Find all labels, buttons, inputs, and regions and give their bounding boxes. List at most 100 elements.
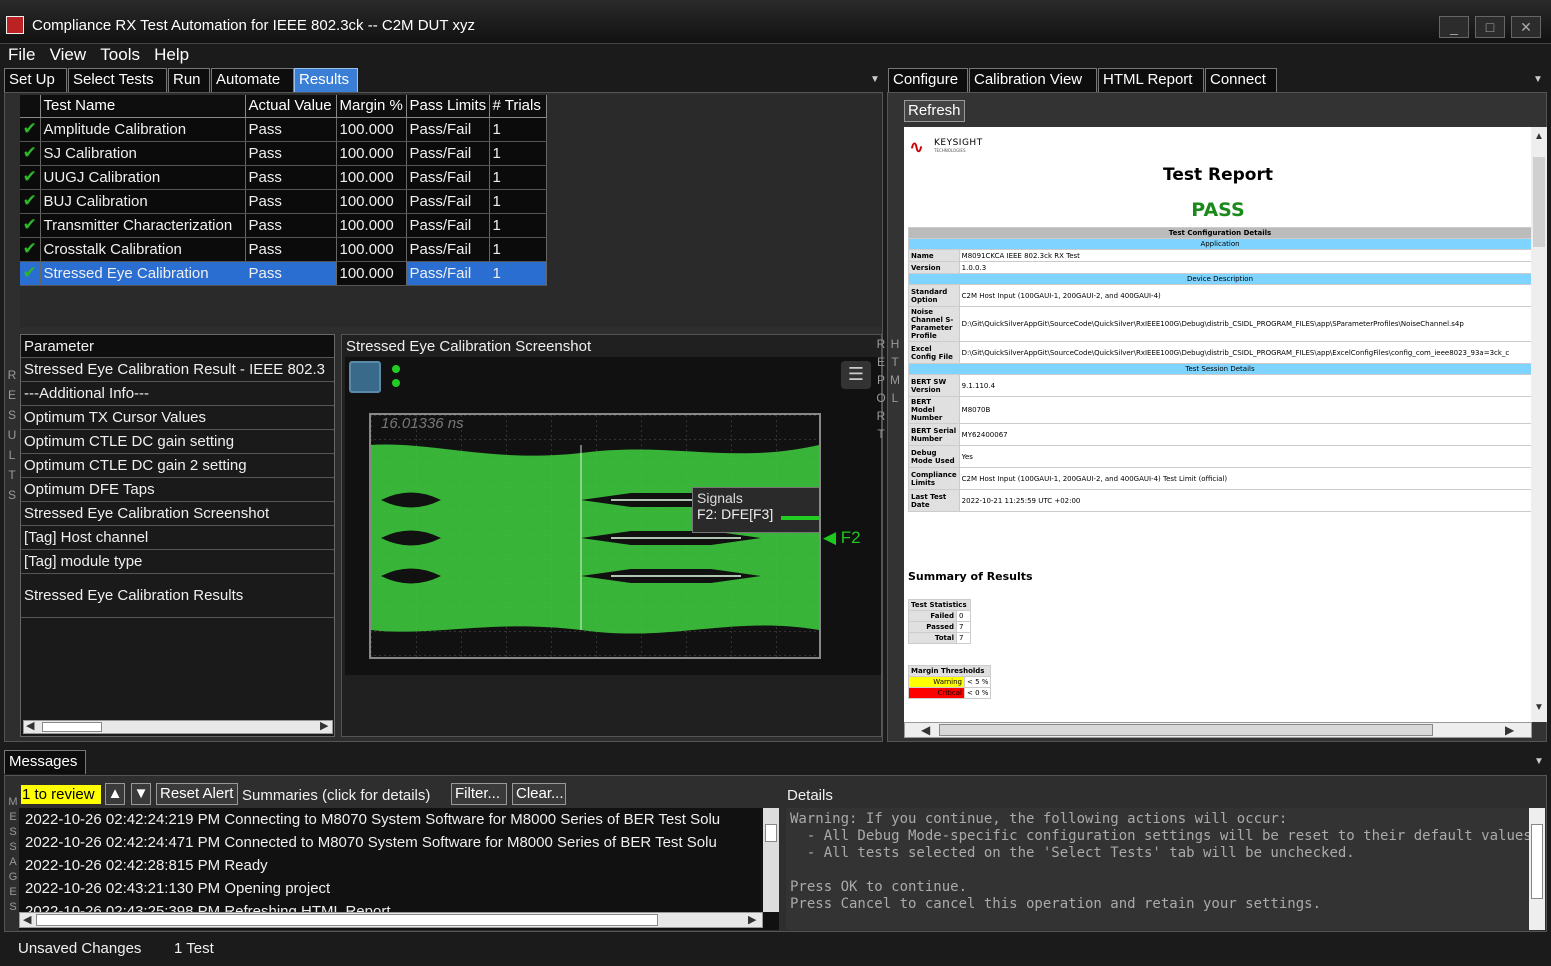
device-header: Device Description [908, 273, 1532, 285]
details-vertical-scrollbar[interactable] [1529, 808, 1545, 930]
tab-select-tests[interactable]: Select Tests [68, 68, 167, 92]
parameter-row[interactable]: Optimum TX Cursor Values [21, 406, 334, 430]
scroll-left-icon[interactable]: ◀ [23, 913, 31, 926]
collapse-chevron-icon: ⌃ [817, 490, 819, 504]
parameter-row[interactable]: Stressed Eye Calibration Screenshot [21, 502, 334, 526]
scroll-up-icon[interactable]: ▲ [1534, 131, 1544, 142]
message-line[interactable]: 2022-10-26 02:43:21:130 PM Opening proje… [19, 877, 779, 900]
tab-menu-dropdown-icon[interactable]: ▼ [870, 74, 880, 85]
details-line: - All Debug Mode-specific configuration … [790, 828, 1541, 844]
parameter-row[interactable]: [Tag] Host channel [21, 526, 334, 550]
scroll-left-icon[interactable]: ◀ [921, 723, 930, 737]
maximize-button[interactable]: □ [1475, 16, 1505, 38]
col-margin[interactable]: Margin % [336, 95, 407, 118]
table-row[interactable]: ✔ Stressed Eye Calibration Pass 100.000 Pass… [20, 261, 547, 286]
scroll-thumb[interactable] [42, 722, 102, 732]
details-label: Details [787, 787, 833, 804]
right-tab-row: Configure Calibration View HTML Report C… [887, 66, 1547, 92]
pass-limits-cell: Pass/Fail [406, 141, 490, 166]
message-horizontal-scrollbar[interactable]: ◀ ▶ [19, 912, 763, 928]
screenshot-panel: Stressed Eye Calibration Screenshot ☰ 16… [341, 334, 882, 737]
pass-limits-cell: Pass/Fail [406, 213, 490, 238]
margin-row: Critical < 0 % [908, 687, 992, 699]
col-test-name[interactable]: Test Name [40, 95, 246, 118]
report-scroll-thumb[interactable] [1533, 157, 1545, 247]
config-table: Test Configuration Details Application N… [908, 227, 1532, 512]
report-horizontal-scrollbar[interactable]: ◀ ▶ [904, 722, 1532, 738]
message-hscroll-thumb[interactable] [36, 914, 658, 926]
parameter-row[interactable]: Optimum DFE Taps [21, 478, 334, 502]
table-row[interactable]: ✔ Transmitter Characterization Pass 100.000… [20, 213, 547, 238]
report-value-cell: M8070B [958, 396, 1532, 424]
clear-button[interactable]: Clear... [512, 783, 566, 805]
html-report-panel: HTML REPORT Refresh ∿ KEYSIGHT TECHNOLOG… [874, 92, 1547, 742]
tab-connect[interactable]: Connect [1205, 68, 1277, 92]
tab-run[interactable]: Run [168, 68, 210, 92]
scroll-right-icon[interactable]: ▶ [748, 913, 756, 926]
right-tab-menu-dropdown-icon[interactable]: ▼ [1533, 74, 1543, 85]
menu-tools[interactable]: Tools [100, 44, 140, 66]
parameter-horizontal-scrollbar[interactable]: ◀ ▶ [23, 720, 333, 734]
report-hscroll-thumb[interactable] [939, 724, 1433, 736]
reset-alert-button[interactable]: Reset Alert [156, 783, 238, 805]
report-row: Last Test Date 2022-10-21 11:25:59 UTC +0… [908, 489, 1532, 512]
tab-results[interactable]: Results [294, 68, 358, 92]
scroll-right-icon[interactable]: ▶ [320, 719, 328, 732]
message-scroll-thumb[interactable] [765, 824, 777, 842]
col-trials[interactable]: # Trials [489, 95, 547, 118]
actual-value-cell: Pass [245, 117, 337, 142]
messages-menu-dropdown-icon[interactable]: ▼ [1534, 756, 1544, 767]
trials-cell: 1 [489, 237, 547, 262]
close-button[interactable]: ✕ [1511, 16, 1541, 38]
scroll-down-icon[interactable]: ▼ [1534, 702, 1544, 713]
actual-value-cell: Pass [245, 261, 337, 286]
report-vertical-scrollbar[interactable]: ▲ ▼ [1531, 127, 1547, 722]
tab-calibration-view[interactable]: Calibration View [969, 68, 1097, 92]
menu-view[interactable]: View [50, 44, 87, 66]
parameter-row[interactable]: Optimum CTLE DC gain 2 setting [21, 454, 334, 478]
status-led-icon [392, 365, 400, 373]
test-name-cell: Stressed Eye Calibration [40, 261, 246, 286]
report-value-cell: M8091CKCA IEEE 802.3ck RX Test [958, 249, 1532, 262]
tab-setup[interactable]: Set Up [4, 68, 67, 92]
messages-panel: MESSAGES 1 to review ▲ ▼ Reset Alert Sum… [4, 775, 1547, 932]
parameter-list: Parameter Stressed Eye Calibration Resul… [20, 334, 335, 737]
scroll-left-icon[interactable]: ◀ [26, 719, 34, 732]
margin-value-cell: < 0 % [963, 687, 992, 699]
stats-table: Test Statistics Failed 0 Passed 7 Total 7 [908, 599, 971, 644]
table-row[interactable]: ✔ SJ Calibration Pass 100.000 Pass/Fail 1 [20, 141, 547, 166]
margin-header: Margin Thresholds [907, 665, 992, 677]
status-bar: Unsaved Changes 1 Test [0, 934, 1551, 966]
minimize-button[interactable]: _ [1439, 16, 1469, 38]
table-row[interactable]: ✔ BUJ Calibration Pass 100.000 Pass/Fail 1 [20, 189, 547, 214]
message-vertical-scrollbar[interactable] [763, 808, 779, 912]
filter-button[interactable]: Filter... [451, 783, 507, 805]
table-row[interactable]: ✔ UUGJ Calibration Pass 100.000 Pass/Fail 1 [20, 165, 547, 190]
tab-html-report[interactable]: HTML Report [1098, 68, 1204, 92]
tab-automate[interactable]: Automate [211, 68, 294, 92]
summary-title: Summary of Results [908, 570, 1033, 583]
parameter-row[interactable]: [Tag] module type [21, 550, 334, 574]
details-scroll-thumb[interactable] [1531, 824, 1543, 899]
previous-alert-button[interactable]: ▲ [105, 783, 125, 805]
parameter-row[interactable]: Optimum CTLE DC gain setting [21, 430, 334, 454]
next-alert-button[interactable]: ▼ [131, 783, 151, 805]
parameter-row[interactable]: ---Additional Info--- [21, 382, 334, 406]
tab-messages[interactable]: Messages [4, 750, 86, 774]
window-title: Compliance RX Test Automation for IEEE 8… [32, 17, 475, 34]
tab-configure[interactable]: Configure [888, 68, 968, 92]
scroll-right-icon[interactable]: ▶ [1505, 723, 1514, 737]
parameter-row[interactable]: Stressed Eye Calibration Results [21, 574, 334, 618]
col-actual-value[interactable]: Actual Value [245, 95, 337, 118]
table-row[interactable]: ✔ Crosstalk Calibration Pass 100.000 Pass/Fa… [20, 237, 547, 262]
message-line[interactable]: 2022-10-26 02:42:24:471 PM Connected to … [19, 831, 779, 854]
stats-row: Passed 7 [908, 621, 971, 633]
refresh-button[interactable]: Refresh [904, 100, 965, 122]
message-line[interactable]: 2022-10-26 02:42:28:815 PM Ready [19, 854, 779, 877]
col-pass-limits[interactable]: Pass Limits [406, 95, 490, 118]
parameter-row[interactable]: Stressed Eye Calibration Result - IEEE 8… [21, 358, 334, 382]
menu-file[interactable]: File [8, 44, 35, 66]
table-row[interactable]: ✔ Amplitude Calibration Pass 100.000 Pass/Fa… [20, 117, 547, 142]
message-line[interactable]: 2022-10-26 02:42:24:219 PM Connecting to… [19, 808, 779, 831]
menu-help[interactable]: Help [154, 44, 189, 66]
